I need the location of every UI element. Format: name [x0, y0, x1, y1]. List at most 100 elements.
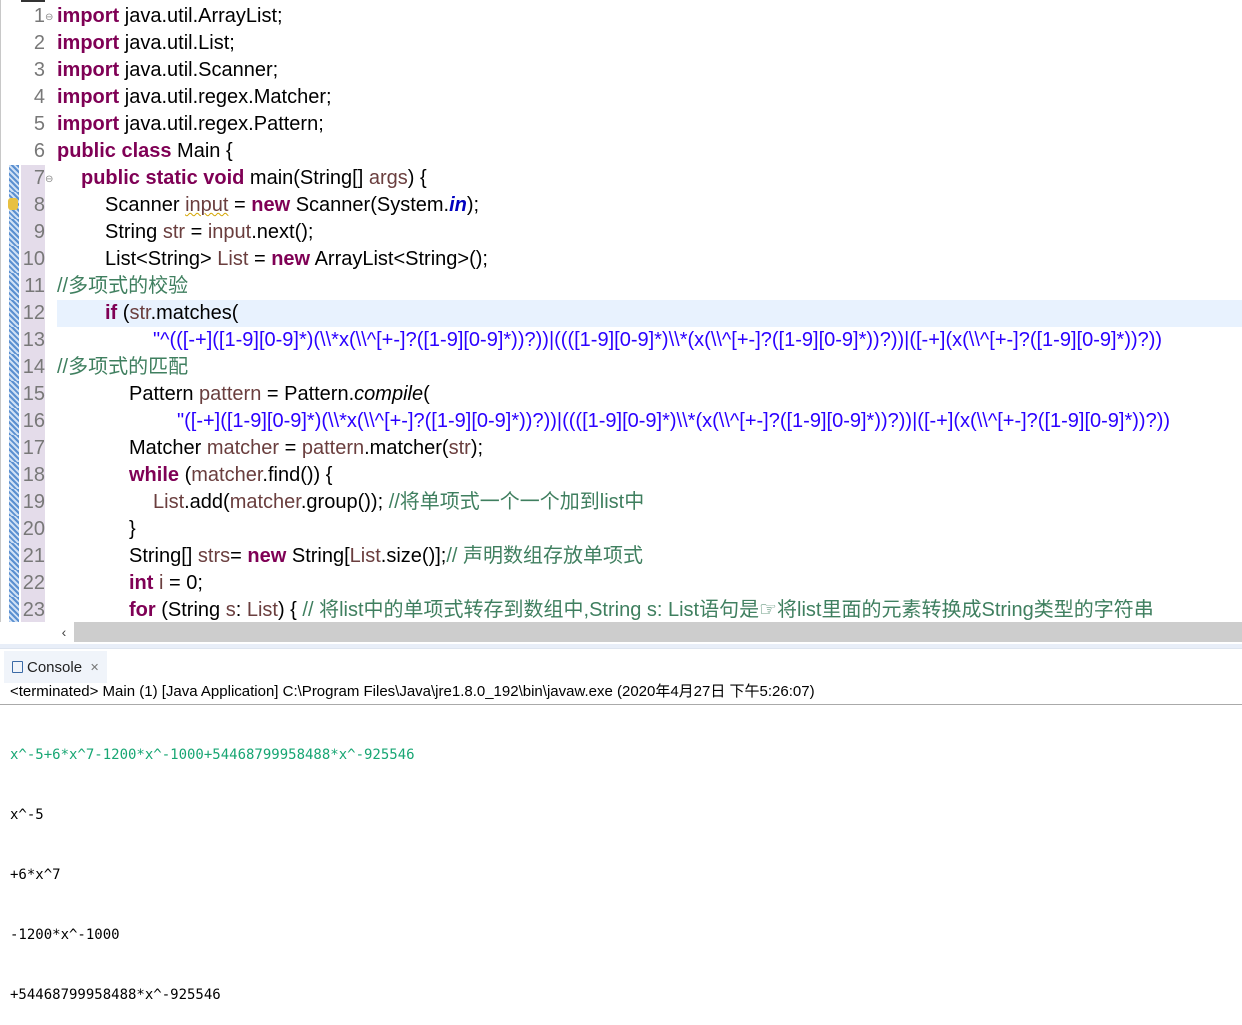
code-token: "([-+]([1-9][0-9]*)(\\*x(\\^[+-]?([1-9][… [177, 410, 1171, 432]
code-line[interactable]: 1 ⊖ import java.util.ArrayList; [1, 3, 1242, 30]
code-line[interactable]: 2 import java.util.List; [1, 30, 1242, 57]
code-token: ArrayList<String>(); [310, 248, 488, 270]
code-line[interactable]: 14 //多项式的匹配 [1, 354, 1242, 381]
code-line[interactable]: 4 import java.util.regex.Matcher; [1, 84, 1242, 111]
code-line[interactable]: 9 String str = input.next(); [1, 219, 1242, 246]
code-line[interactable]: 12 if (str.matches( [1, 300, 1242, 327]
quick-diff-marker [9, 408, 19, 435]
code-text[interactable]: while (matcher.find()) { [57, 462, 1242, 489]
quick-diff-marker [9, 354, 19, 381]
code-token: args [368, 167, 408, 189]
quick-diff-marker [9, 570, 19, 597]
code-token: List<String> [105, 248, 218, 270]
code-line[interactable]: 5 import java.util.regex.Pattern; [1, 111, 1242, 138]
code-text[interactable]: Matcher matcher = pattern.matcher(str); [57, 435, 1242, 462]
code-token: .add( [184, 491, 230, 513]
code-line[interactable]: 7 ⊖ public static void main(String[] args)… [1, 165, 1242, 192]
scroll-left-icon[interactable]: ‹ [54, 622, 74, 642]
code-text[interactable]: import java.util.Scanner; [57, 57, 1242, 84]
code-token: Main { [171, 140, 233, 162]
code-text[interactable]: for (String s: List) { // 将list中的单项式转存到数… [57, 597, 1242, 622]
console-output-line: +54468799958488*x^-925546 [10, 987, 221, 1003]
code-line[interactable]: 16 "([-+]([1-9][0-9]*)(\\*x(\\^[+-]?([1-9… [1, 408, 1242, 435]
code-text[interactable]: String str = input.next(); [57, 219, 1242, 246]
code-token: ); [466, 194, 480, 216]
code-text[interactable]: import java.util.ArrayList; [57, 3, 1242, 30]
code-token: List [153, 491, 185, 513]
line-number: 15 [21, 381, 45, 408]
code-text[interactable]: "^(([-+]([1-9][0-9]*)(\\*x(\\^[+-]?([1-9… [57, 327, 1242, 354]
line-number: 5 [33, 113, 45, 135]
code-line[interactable]: 17 Matcher matcher = pattern.matcher(str)… [1, 435, 1242, 462]
code-line[interactable]: 18 while (matcher.find()) { [1, 462, 1242, 489]
code-line[interactable]: 8 Scanner input = new Scanner(System.in); [1, 192, 1242, 219]
code-text[interactable]: //多项式的校验 [57, 273, 1242, 300]
warning-lightbulb-icon[interactable] [8, 198, 18, 210]
line-number: 16 [21, 408, 45, 435]
code-line[interactable]: 11 //多项式的校验 [1, 273, 1242, 300]
code-text[interactable]: //多项式的匹配 [57, 354, 1242, 381]
code-token: int [129, 572, 154, 594]
code-token: pattern [301, 437, 365, 459]
fold-toggle-icon[interactable]: ⊖ [45, 4, 53, 31]
line-number: 2 [33, 32, 45, 54]
horizontal-scrollbar[interactable]: ‹ [0, 622, 1242, 642]
code-token: import [57, 59, 120, 81]
code-line[interactable]: 15 Pattern pattern = Pattern.compile( [1, 381, 1242, 408]
code-text[interactable]: import java.util.regex.Matcher; [57, 84, 1242, 111]
code-text[interactable]: import java.util.regex.Pattern; [57, 111, 1242, 138]
code-text[interactable]: Scanner input = new Scanner(System.in); [57, 192, 1242, 219]
code-text[interactable]: if (str.matches( [57, 300, 1242, 327]
quick-diff-marker [9, 435, 19, 462]
fold-toggle-icon[interactable]: ⊖ [45, 166, 53, 193]
code-token: str [162, 221, 186, 243]
code-line[interactable]: 3 import java.util.Scanner; [1, 57, 1242, 84]
code-token: = [230, 545, 248, 567]
line-number: 23 [21, 597, 45, 622]
line-number: 19 [21, 489, 45, 516]
code-text[interactable]: public class Main { [57, 138, 1242, 165]
line-number: 7 [21, 165, 45, 192]
console-output[interactable]: x^-5 +6*x^7 -1200*x^-1000 +54468799958488*x… [10, 705, 415, 1025]
quick-diff-marker [9, 165, 19, 192]
code-token: s [225, 599, 236, 621]
code-line[interactable]: 21 String[] strs= new String[List.size()]… [1, 543, 1242, 570]
line-number: 17 [21, 435, 45, 462]
code-line[interactable]: 20} [1, 516, 1242, 543]
console-icon [12, 661, 23, 673]
scrollbar-thumb[interactable] [74, 622, 1242, 642]
code-line[interactable]: 23 for (String s: List) { // 将list中的单项式转存… [1, 597, 1242, 622]
code-line[interactable]: 19 List.add(matcher.group()); //将单项式一个一个加… [1, 489, 1242, 516]
code-text[interactable]: List<String> List = new ArrayList<String… [57, 246, 1242, 273]
code-token: List [349, 545, 381, 567]
code-text[interactable]: } [57, 516, 1242, 543]
code-text[interactable]: import java.util.List; [57, 30, 1242, 57]
code-token: Scanner(System. [290, 194, 450, 216]
code-token: .matches( [150, 302, 239, 324]
code-token: // 将list中的单项式转存到数组中,String s: List语句是☞将l… [302, 599, 1154, 621]
code-token: = [185, 221, 208, 243]
code-token: ( [117, 302, 130, 324]
code-line[interactable]: 6 public class Main { [1, 138, 1242, 165]
tab-console[interactable]: Console ✕ [4, 651, 108, 683]
editor-top-marker [21, 0, 45, 2]
code-line[interactable]: 10 List<String> List = new ArrayList<Stri… [1, 246, 1242, 273]
code-token: in [449, 194, 467, 216]
code-text[interactable]: Pattern pattern = Pattern.compile( [57, 381, 1242, 408]
line-number: 8 [21, 192, 45, 219]
code-token: import [57, 5, 120, 27]
code-token: input [207, 221, 252, 243]
code-text[interactable]: String[] strs= new String[List.size()];/… [57, 543, 1242, 570]
code-line[interactable]: 22 int i = 0; [1, 570, 1242, 597]
code-text[interactable]: int i = 0; [57, 570, 1242, 597]
code-editor[interactable]: 1 ⊖ import java.util.ArrayList; 2 import jav… [0, 0, 1242, 622]
close-icon[interactable]: ✕ [90, 661, 99, 674]
code-text[interactable]: "([-+]([1-9][0-9]*)(\\*x(\\^[+-]?([1-9][… [57, 408, 1242, 435]
code-line[interactable]: 13 "^(([-+]([1-9][0-9]*)(\\*x(\\^[+-]?([1… [1, 327, 1242, 354]
code-text[interactable]: List.add(matcher.group()); //将单项式一个一个加到l… [57, 489, 1242, 516]
code-text[interactable]: public static void main(String[] args) { [57, 165, 1242, 192]
code-token: import [57, 86, 120, 108]
line-number: 12 [21, 300, 45, 327]
code-token: = [279, 437, 302, 459]
quick-diff-marker [9, 273, 19, 300]
